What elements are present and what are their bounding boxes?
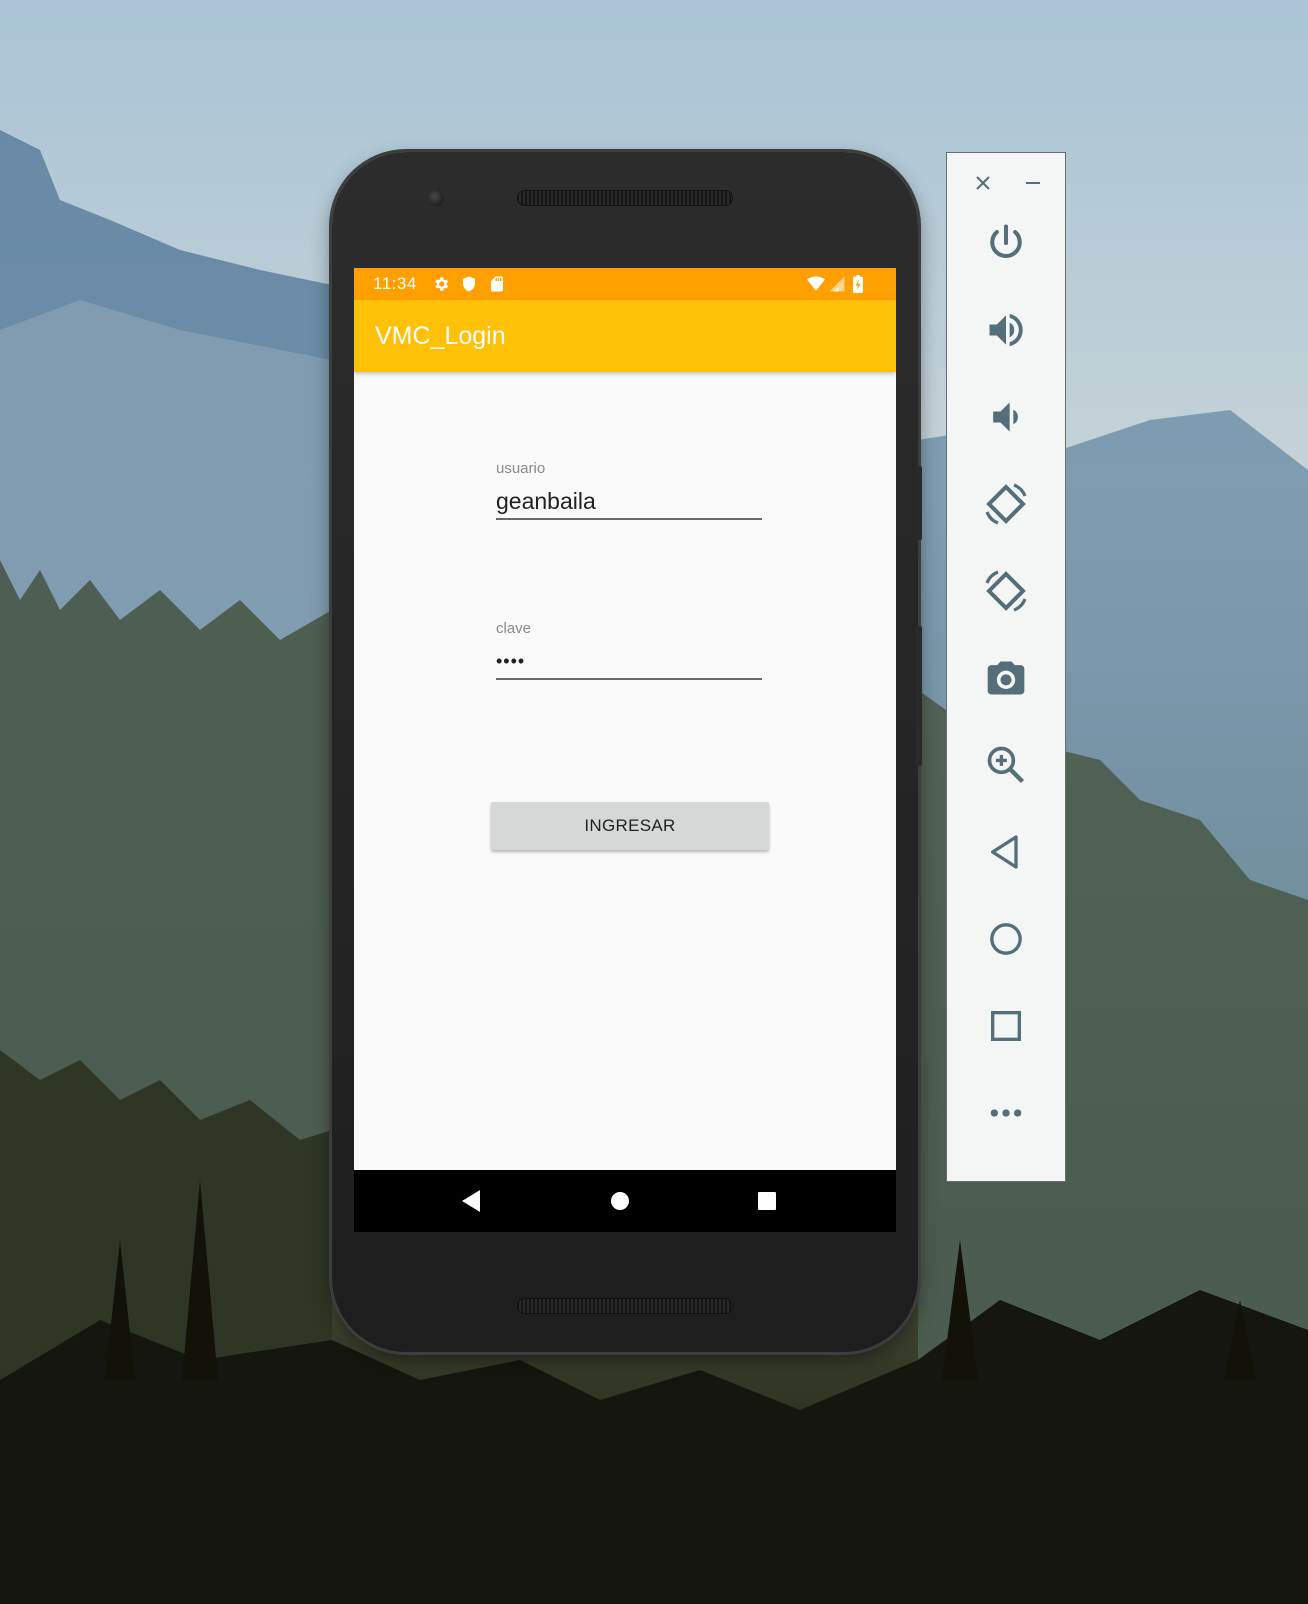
volume-up-icon: [989, 313, 1023, 347]
status-time: 11:34: [373, 274, 417, 293]
rotate-right-button[interactable]: [976, 561, 1036, 621]
battery-icon: [853, 275, 863, 293]
power-side-button: [916, 466, 922, 540]
front-camera: [428, 190, 444, 206]
bottom-speaker: [517, 1298, 733, 1314]
camera-icon: [987, 661, 1025, 695]
desktop-background: 11:34 VMC_Login usuario geanbaila clave …: [0, 0, 1308, 1604]
home-icon: [990, 923, 1022, 955]
volume-side-button: [916, 626, 922, 766]
status-bar: 11:34: [354, 268, 896, 300]
device-screen: 11:34 VMC_Login usuario geanbaila clave …: [354, 268, 896, 1232]
power-icon: [990, 224, 1022, 259]
overview-icon: [991, 1011, 1021, 1041]
username-label: usuario: [496, 460, 546, 477]
password-label: clave: [496, 620, 532, 637]
more-icon: [990, 1109, 1022, 1117]
close-icon[interactable]: [973, 173, 993, 193]
more-button[interactable]: [976, 1083, 1036, 1143]
recents-icon[interactable]: [756, 1189, 778, 1213]
sd-card-icon: [491, 276, 503, 292]
back-icon[interactable]: [460, 1189, 482, 1213]
shield-icon: [463, 276, 475, 292]
zoom-in-icon: [987, 746, 1025, 784]
overview-button[interactable]: [976, 996, 1036, 1056]
screenshot-button[interactable]: [976, 648, 1036, 708]
rotate-left-icon: [985, 483, 1027, 525]
power-button[interactable]: [976, 213, 1036, 273]
username-input[interactable]: [496, 484, 762, 520]
rotate-right-icon: [985, 570, 1027, 612]
navigation-bar: [354, 1170, 896, 1232]
app-title: VMC_Login: [375, 322, 506, 350]
zoom-button[interactable]: [976, 735, 1036, 795]
minimize-icon[interactable]: [1023, 173, 1043, 193]
earpiece-speaker: [517, 190, 733, 206]
login-button[interactable]: INGRESAR: [491, 802, 769, 850]
phone-device-frame: 11:34 VMC_Login usuario geanbaila clave …: [332, 152, 922, 1352]
settings-icon: [435, 277, 449, 291]
home-button[interactable]: [976, 909, 1036, 969]
app-toolbar: VMC_Login: [354, 300, 896, 372]
emulator-toolbar: [946, 152, 1066, 1182]
signal-icon: [829, 276, 845, 292]
volume-down-icon: [993, 402, 1018, 432]
volume-up-button[interactable]: [976, 300, 1036, 360]
home-icon[interactable]: [608, 1189, 632, 1213]
volume-down-button[interactable]: [976, 387, 1036, 447]
wifi-icon: [807, 276, 825, 291]
rotate-left-button[interactable]: [976, 474, 1036, 534]
password-input[interactable]: [496, 644, 762, 680]
back-icon: [991, 835, 1018, 869]
back-button[interactable]: [976, 822, 1036, 882]
